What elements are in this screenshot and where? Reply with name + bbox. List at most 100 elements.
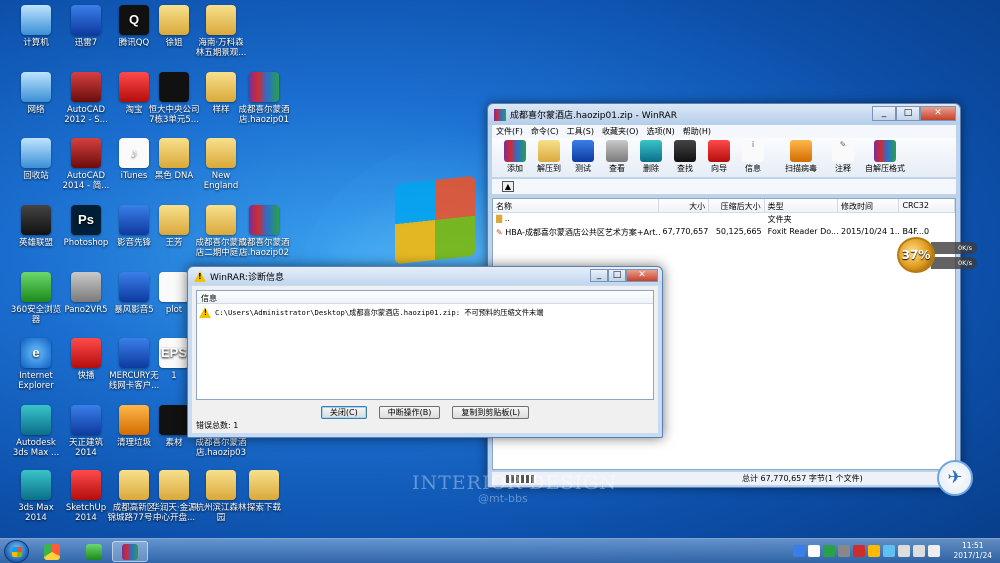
folder-icon <box>159 5 189 35</box>
speed-widget[interactable]: 0K/s 0K/s 37% <box>897 237 997 273</box>
winrar-app-icon <box>494 108 506 121</box>
winrar-title: 成都喜尔蒙酒店.haozip01.zip - WinRAR <box>510 111 677 121</box>
table-row[interactable]: ▇ .. 文件夹 <box>493 213 955 226</box>
close-dialog-button[interactable]: 关闭(C) <box>320 406 367 419</box>
clock-date: 2017/1/24 <box>953 551 992 560</box>
up-folder-button[interactable]: ▲ <box>502 181 514 192</box>
desktop-icon-label: New England <box>203 171 239 191</box>
desktop-icon[interactable]: 海南·万科森 林五期景观... <box>190 5 252 58</box>
volume-icon[interactable] <box>913 545 925 557</box>
taskbar-winrar[interactable] <box>112 541 148 562</box>
wizard-icon <box>708 140 730 162</box>
pdf-file-icon: ✎ <box>496 228 503 237</box>
view-button[interactable]: 查看 <box>600 138 634 177</box>
minimize-button[interactable]: _ <box>872 106 896 121</box>
menu-tools[interactable]: 工具(S) <box>567 126 594 137</box>
close-button[interactable]: ✕ <box>920 106 956 121</box>
cell-size <box>660 213 710 226</box>
col-size[interactable]: 大小 <box>659 199 710 212</box>
desktop-icon[interactable]: 成都喜尔蒙酒 店.haozip01 <box>233 72 295 125</box>
col-crc[interactable]: CRC32 <box>899 199 955 212</box>
copy-clipboard-button[interactable]: 复制到剪贴板(L) <box>452 406 530 419</box>
folder-icon <box>206 5 236 35</box>
maximize-button[interactable]: □ <box>896 106 920 121</box>
add-icon <box>504 140 526 162</box>
tray-icon[interactable] <box>793 545 805 557</box>
desktop-icon-label: 探索下载 <box>246 503 281 513</box>
winrar-archive-icon <box>249 205 279 235</box>
bird-widget-icon[interactable]: ✈ <box>937 460 973 496</box>
network-tray-icon[interactable] <box>898 545 910 557</box>
message-text: C:\Users\Administrator\Desktop\成都喜尔蒙酒店.h… <box>215 307 544 317</box>
add-button[interactable]: 添加 <box>498 138 532 177</box>
tray-icon[interactable] <box>868 545 880 557</box>
clock-time: 11:51 <box>961 541 984 550</box>
col-packed[interactable]: 压缩后大小 <box>709 199 765 212</box>
menu-options[interactable]: 选项(N) <box>647 126 675 137</box>
scan-virus-button[interactable]: 扫描病毒 <box>776 138 826 177</box>
flag-icon[interactable] <box>928 545 940 557</box>
sfx-button[interactable]: 自解压格式 <box>860 138 910 177</box>
sfx-icon <box>874 140 896 162</box>
tray-icon[interactable] <box>823 545 835 557</box>
winrar-menubar: 文件(F) 命令(C) 工具(S) 收藏夹(O) 选项(N) 帮助(H) <box>492 125 956 138</box>
cell-type: 文件夹 <box>767 215 792 224</box>
tangent-icon <box>71 405 101 435</box>
wizard-button[interactable]: 向导 <box>702 138 736 177</box>
folder-icon <box>249 470 279 500</box>
col-type[interactable]: 类型 <box>765 199 838 212</box>
cell-type: Foxit Reader Do... <box>767 227 838 236</box>
desktop-icon-label: 成都喜尔蒙酒 店.haozip03 <box>195 438 247 458</box>
wizard-label: 向导 <box>711 164 727 173</box>
diagnostic-dialog[interactable]: WinRAR:诊断信息 _ □ ✕ 信息 C:\Users\Administra… <box>187 266 663 438</box>
winrar-titlebar[interactable]: 成都喜尔蒙酒店.haozip01.zip - WinRAR _ □ ✕ <box>488 104 960 125</box>
menu-file[interactable]: 文件(F) <box>496 126 523 137</box>
table-row[interactable]: ✎ HBA-成都喜尔蒙酒店公共区艺术方案+Art... 67,770,657 5… <box>493 226 955 239</box>
desktop-icon[interactable]: New England <box>190 138 252 191</box>
delete-icon <box>640 140 662 162</box>
menu-command[interactable]: 命令(C) <box>531 126 559 137</box>
delete-button[interactable]: 删除 <box>634 138 668 177</box>
extract-icon <box>538 140 560 162</box>
message-list[interactable]: 信息 C:\Users\Administrator\Desktop\成都喜尔蒙酒… <box>196 290 654 400</box>
find-label: 查找 <box>677 164 693 173</box>
comment-button[interactable]: ✎ 注释 <box>826 138 860 177</box>
clock[interactable]: 11:51 2017/1/24 <box>954 541 992 561</box>
col-name[interactable]: 名称 <box>493 199 660 212</box>
image-file-icon <box>159 72 189 102</box>
dialog-titlebar[interactable]: WinRAR:诊断信息 _ □ ✕ <box>188 267 662 285</box>
folder-icon <box>206 205 236 235</box>
comment-label: 注释 <box>835 164 851 173</box>
abort-button[interactable]: 中断操作(B) <box>378 406 441 419</box>
tray-icon[interactable] <box>808 545 820 557</box>
start-button[interactable] <box>4 540 29 563</box>
folder-icon <box>206 470 236 500</box>
dialog-minimize-button[interactable]: _ <box>590 269 608 282</box>
desktop-icon[interactable]: 探索下载 <box>233 470 295 513</box>
scan-virus-label: 扫描病毒 <box>785 164 817 173</box>
pano2vr-icon <box>71 272 101 302</box>
list-item[interactable]: C:\Users\Administrator\Desktop\成都喜尔蒙酒店.h… <box>197 304 653 321</box>
test-icon <box>572 140 594 162</box>
extract-to-button[interactable]: 解压到 <box>532 138 566 177</box>
test-button[interactable]: 测试 <box>566 138 600 177</box>
dialog-close-button[interactable]: ✕ <box>626 269 658 282</box>
file-list-header: 名称 大小 压缩后大小 类型 修改时间 CRC32 <box>493 199 955 213</box>
menu-favorites[interactable]: 收藏夹(O) <box>602 126 639 137</box>
speed-ball[interactable]: 37% <box>897 237 935 273</box>
tray-icon[interactable] <box>853 545 865 557</box>
app-icon <box>44 543 60 560</box>
find-button[interactable]: 查找 <box>668 138 702 177</box>
tray-icon[interactable] <box>883 545 895 557</box>
watermark-handle: @mt-bbs <box>478 492 528 505</box>
dialog-maximize-button[interactable]: □ <box>608 269 626 282</box>
taskbar-360-browser[interactable] <box>76 541 112 562</box>
taskbar-pinned-app[interactable] <box>34 541 70 562</box>
info-button[interactable]: i 信息 <box>736 138 770 177</box>
tray-icon[interactable] <box>838 545 850 557</box>
test-label: 测试 <box>575 164 591 173</box>
menu-help[interactable]: 帮助(H) <box>683 126 711 137</box>
col-modified[interactable]: 修改时间 <box>838 199 900 212</box>
desktop-icon[interactable]: 成都喜尔蒙酒 店.haozip02 <box>233 205 295 258</box>
cell-packed <box>709 213 765 226</box>
